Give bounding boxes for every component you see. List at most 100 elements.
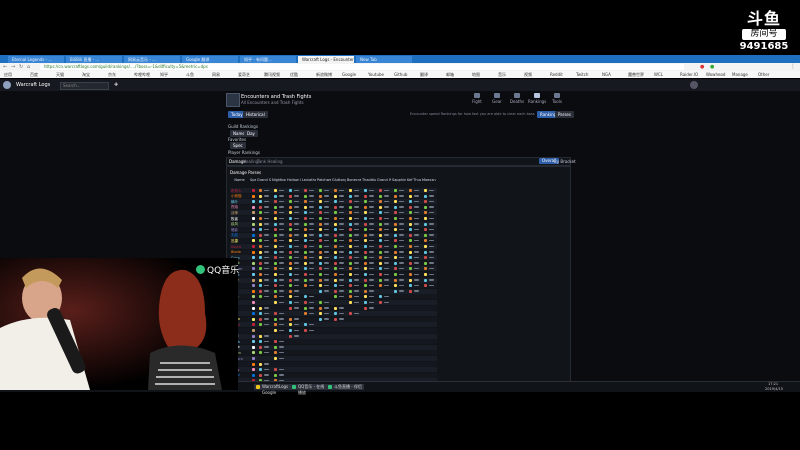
parse-icon[interactable] — [394, 250, 397, 254]
parse-icon[interactable] — [379, 250, 382, 254]
parse-icon[interactable] — [379, 284, 382, 288]
parse-icon[interactable] — [349, 301, 352, 304]
parse-icon[interactable] — [409, 222, 412, 226]
parse-icon[interactable] — [379, 189, 382, 192]
parse-icon[interactable] — [304, 273, 307, 276]
bookmark-item[interactable]: Manage — [732, 72, 748, 77]
parse-icon[interactable] — [334, 233, 337, 237]
parse-icon[interactable] — [274, 217, 277, 220]
column-header[interactable]: Patchwerk — [317, 178, 331, 182]
parse-icon[interactable] — [274, 250, 277, 254]
parse-icon[interactable] — [349, 233, 352, 237]
bookmark-item[interactable]: 腾讯视频 — [264, 72, 280, 78]
menu-icon[interactable]: ⋮ — [790, 63, 796, 70]
parse-icon[interactable] — [394, 273, 397, 276]
parse-icon[interactable] — [259, 222, 262, 226]
parse-icon[interactable] — [289, 245, 292, 248]
parse-icon[interactable] — [379, 205, 382, 209]
parse-icon[interactable] — [349, 256, 352, 260]
parse-icon[interactable] — [259, 278, 262, 282]
column-header[interactable]: Name — [230, 178, 249, 182]
parse-icon[interactable] — [349, 289, 352, 293]
parse-icon[interactable] — [409, 217, 412, 220]
guild-nav-tools[interactable]: Tools — [548, 93, 566, 104]
parse-icon[interactable] — [334, 200, 337, 204]
parse-icon[interactable] — [409, 256, 412, 260]
parse-icon[interactable] — [319, 189, 322, 192]
bookmark-item[interactable]: 天猫 — [56, 72, 64, 78]
parse-icon[interactable] — [364, 200, 367, 204]
parse-icon[interactable] — [424, 261, 427, 265]
parse-icon[interactable] — [394, 245, 397, 248]
parse-icon[interactable] — [364, 233, 367, 237]
parse-icon[interactable] — [364, 222, 367, 226]
parse-icon[interactable] — [364, 250, 367, 254]
reload-icon[interactable]: ↻ — [19, 64, 23, 70]
parse-icon[interactable] — [274, 289, 277, 293]
day-button[interactable]: Day — [244, 130, 258, 137]
parse-icon[interactable] — [259, 194, 262, 198]
parse-icon[interactable] — [304, 284, 307, 288]
bookmark-item[interactable]: Wowhead — [706, 72, 725, 77]
parse-icon[interactable] — [274, 200, 277, 204]
table-row[interactable] — [230, 300, 437, 305]
search-input[interactable]: Search... — [60, 82, 109, 90]
parse-icon[interactable] — [379, 245, 382, 248]
parse-icon[interactable] — [364, 245, 367, 248]
parse-icon[interactable] — [394, 222, 397, 226]
guild-nav-fight[interactable]: Fight — [468, 93, 486, 104]
parse-icon[interactable] — [394, 278, 397, 282]
parse-icon[interactable] — [334, 289, 337, 293]
parse-icon[interactable] — [409, 261, 412, 265]
parse-icon[interactable] — [424, 273, 427, 276]
parse-icon[interactable] — [424, 222, 427, 226]
parse-icon[interactable] — [334, 205, 337, 209]
parse-icon[interactable] — [319, 233, 322, 237]
by-bracket-button[interactable]: By Bracket — [554, 159, 576, 164]
parse-icon[interactable] — [319, 256, 322, 260]
parse-icon[interactable] — [289, 306, 292, 310]
parse-icon[interactable] — [289, 250, 292, 254]
column-header[interactable]: Grand Swordsman — [257, 178, 271, 182]
parse-icon[interactable] — [364, 301, 367, 304]
parse-icon[interactable] — [319, 205, 322, 209]
parse-icon[interactable] — [319, 222, 322, 226]
parse-icon[interactable] — [304, 256, 307, 260]
column-header[interactable]: Thaddius — [362, 178, 376, 182]
guild-nav-gear[interactable]: Gear — [488, 93, 506, 104]
parse-icon[interactable] — [394, 228, 397, 232]
parse-icon[interactable] — [409, 278, 412, 282]
bookmark-item[interactable]: Github — [394, 72, 407, 77]
parse-icon[interactable] — [289, 217, 292, 220]
parse-icon[interactable] — [394, 261, 397, 265]
parse-icon[interactable] — [334, 189, 337, 192]
parse-icon[interactable] — [379, 228, 382, 232]
parse-icon[interactable] — [379, 278, 382, 282]
column-header[interactable]: Nightborne — [272, 178, 286, 182]
parse-icon[interactable] — [304, 312, 307, 316]
bookmark-item[interactable]: Twitch — [576, 72, 588, 77]
bookmark-item[interactable]: 应用 — [4, 72, 12, 78]
taskbar-item[interactable]: 斗鱼直播 - 伴侣 — [326, 384, 364, 390]
bookmark-item[interactable]: 视频 — [524, 72, 532, 78]
parse-icon[interactable] — [364, 194, 367, 198]
parse-icon[interactable] — [259, 200, 262, 204]
parse-icon[interactable] — [319, 245, 322, 248]
parse-icon[interactable] — [334, 245, 337, 248]
parse-icon[interactable] — [274, 189, 277, 192]
parse-icon[interactable] — [319, 261, 322, 265]
parse-icon[interactable] — [394, 189, 397, 192]
parse-icon[interactable] — [424, 205, 427, 209]
parse-icon[interactable] — [274, 373, 277, 377]
parse-icon[interactable] — [319, 278, 322, 282]
table-row[interactable] — [230, 328, 437, 333]
parse-icon[interactable] — [289, 228, 292, 232]
parse-icon[interactable] — [304, 245, 307, 248]
parses-button[interactable]: Parses — [555, 111, 574, 118]
spec-button[interactable]: Spec — [230, 142, 246, 149]
parse-icon[interactable] — [364, 284, 367, 288]
bookmark-item[interactable]: 斗鱼 — [186, 72, 194, 78]
bookmark-item[interactable]: 爱奇艺 — [238, 72, 250, 78]
parse-icon[interactable] — [364, 306, 367, 310]
parse-icon[interactable] — [274, 222, 277, 226]
